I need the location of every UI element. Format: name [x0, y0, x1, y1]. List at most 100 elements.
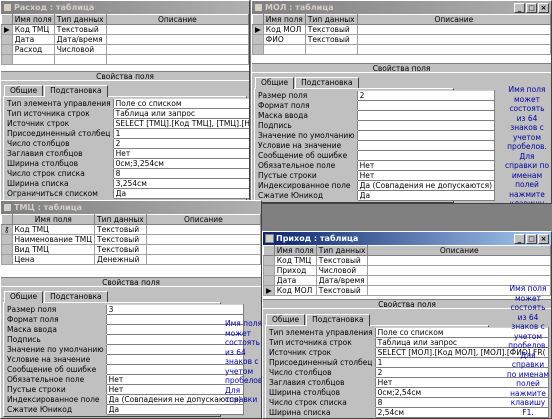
row-selector[interactable]: ▶ — [252, 24, 264, 35]
close-button[interactable]: × — [538, 233, 549, 244]
description-cell[interactable] — [145, 254, 261, 265]
data-type-cell[interactable]: Текстовый — [304, 34, 358, 45]
primary-key-icon[interactable]: ⚷ — [1, 224, 13, 235]
property-value[interactable]: 1 — [112, 128, 249, 139]
table-row[interactable]: Наименование ТМЦ Текстовый — [1, 234, 261, 245]
tab-lookup[interactable]: Подстановка — [306, 314, 370, 326]
data-type-cell[interactable]: Текстовый — [315, 255, 369, 266]
property-value[interactable] — [105, 364, 245, 375]
property-row[interactable]: Сообщение об ошибке — [5, 364, 245, 375]
data-type-cell[interactable]: Числовой — [53, 44, 107, 55]
description-cell[interactable] — [367, 265, 551, 276]
property-row[interactable]: Число столбцов 2 — [5, 138, 249, 149]
row-selector[interactable] — [252, 44, 264, 55]
property-value[interactable]: Да — [112, 188, 249, 199]
data-type-cell[interactable] — [304, 44, 358, 55]
description-cell[interactable] — [356, 34, 551, 45]
row-selector[interactable] — [263, 275, 275, 286]
row-selector[interactable] — [1, 244, 13, 255]
property-value[interactable]: Да (Совпадения не допускаются) — [356, 180, 496, 191]
property-value[interactable]: 8 — [112, 168, 249, 179]
property-row[interactable]: Маска ввода — [5, 324, 245, 335]
property-value[interactable]: Нет — [105, 374, 245, 385]
row-selector[interactable] — [1, 234, 13, 245]
property-value[interactable]: Нет — [105, 384, 245, 395]
property-value[interactable] — [356, 120, 496, 131]
description-cell[interactable] — [356, 44, 551, 55]
field-name-cell[interactable]: Расход — [11, 44, 55, 55]
property-row[interactable]: Заглавия столбцов Нет — [5, 148, 249, 159]
property-row[interactable]: Формат поля — [5, 314, 245, 325]
property-value[interactable]: Поле со списком — [112, 98, 249, 109]
field-name-cell[interactable]: Вид ТМЦ — [11, 244, 96, 255]
data-type-cell[interactable]: Текстовый — [315, 285, 369, 296]
property-value[interactable]: Нет — [356, 160, 496, 171]
property-row[interactable]: Источник строк SELECT [ТМЦ].[Код ТМЦ], [Т… — [5, 118, 249, 129]
row-selector[interactable] — [1, 54, 13, 65]
property-row[interactable]: Размер поля 2 — [256, 90, 496, 101]
data-type-cell[interactable]: Числовой — [315, 265, 369, 276]
data-type-cell[interactable]: Текстовый — [94, 224, 147, 235]
minimize-button[interactable]: _ — [514, 2, 525, 13]
description-cell[interactable] — [145, 244, 261, 255]
tab-lookup[interactable]: Подстановка — [295, 77, 359, 88]
table-row[interactable]: Вид ТМЦ Текстовый — [1, 244, 261, 255]
field-name-cell[interactable] — [11, 54, 55, 65]
property-row[interactable]: Сжатие Юникод Да — [256, 190, 496, 201]
property-row[interactable]: Сообщение об ошибке — [256, 150, 496, 161]
field-name-cell[interactable]: Приход — [273, 265, 317, 276]
property-row[interactable]: Тип источника строк Таблица или запрос — [5, 108, 249, 119]
property-row[interactable]: Условие на значение — [256, 140, 496, 151]
tab-lookup[interactable]: Подстановка — [44, 291, 108, 302]
property-row[interactable]: Пустые строки Нет — [5, 384, 245, 395]
data-type-cell[interactable]: Текстовый — [94, 244, 147, 255]
description-cell[interactable] — [105, 34, 249, 45]
maximize-button[interactable]: □ — [526, 233, 537, 244]
tab-general[interactable]: Общие — [4, 85, 44, 96]
table-row[interactable]: Расход Числовой — [1, 44, 249, 55]
property-value[interactable] — [356, 150, 496, 161]
description-cell[interactable] — [105, 44, 249, 55]
data-type-cell[interactable]: Денежный — [94, 254, 147, 265]
field-name-cell[interactable]: Дата — [11, 34, 55, 45]
property-value[interactable]: Таблица или запрос — [112, 108, 249, 119]
property-row[interactable]: Присоединенный столбец 1 — [5, 128, 249, 139]
property-value[interactable]: Нет — [356, 170, 496, 181]
property-row[interactable]: Число строк списка 8 — [5, 168, 249, 179]
property-row[interactable]: Ширина списка 3,254см — [5, 178, 249, 189]
property-value[interactable] — [356, 110, 496, 121]
property-row[interactable]: Обязательное поле Нет — [256, 160, 496, 171]
table-row[interactable]: Приход Числовой — [263, 265, 551, 276]
field-name-cell[interactable]: Код МОЛ — [262, 24, 306, 35]
description-cell[interactable] — [105, 54, 249, 65]
table-row[interactable] — [1, 54, 249, 65]
table-row[interactable]: Дата Дата/время — [1, 34, 249, 45]
property-row[interactable]: Значение по умолчанию — [5, 344, 245, 355]
description-cell[interactable] — [356, 24, 551, 35]
rashod-titlebar[interactable]: Расход : таблица — [1, 1, 249, 14]
table-row[interactable]: ФИО Текстовый — [252, 34, 551, 45]
field-name-cell[interactable]: Наименование ТМЦ — [11, 234, 96, 245]
row-selector[interactable] — [1, 34, 13, 45]
maximize-button[interactable]: □ — [526, 2, 537, 13]
property-row[interactable]: Подпись — [256, 120, 496, 131]
data-type-cell[interactable]: Текстовый — [53, 24, 107, 35]
tab-lookup[interactable]: Подстановка — [44, 85, 108, 97]
minimize-button[interactable]: _ — [514, 233, 525, 244]
property-value[interactable] — [105, 334, 245, 345]
property-row[interactable]: Размер поля 3 — [5, 304, 245, 315]
table-row[interactable]: ▶ Код ТМЦ Текстовый — [1, 24, 249, 35]
property-value[interactable] — [356, 140, 496, 151]
property-row[interactable]: Пустые строки Нет — [256, 170, 496, 181]
property-value[interactable] — [356, 130, 496, 141]
property-row[interactable]: Условие на значение — [5, 354, 245, 365]
data-type-cell[interactable] — [53, 54, 107, 65]
description-cell[interactable] — [367, 255, 551, 266]
property-value[interactable] — [105, 344, 245, 355]
data-type-cell[interactable]: Дата/время — [315, 275, 369, 286]
row-selector[interactable] — [252, 34, 264, 45]
property-row[interactable]: Индексированное поле Да (Совпадения не до… — [256, 180, 496, 191]
property-value[interactable]: Да (Совпадения не допускаются) — [105, 394, 245, 405]
row-selector[interactable] — [1, 44, 13, 55]
field-name-cell[interactable] — [262, 44, 306, 55]
